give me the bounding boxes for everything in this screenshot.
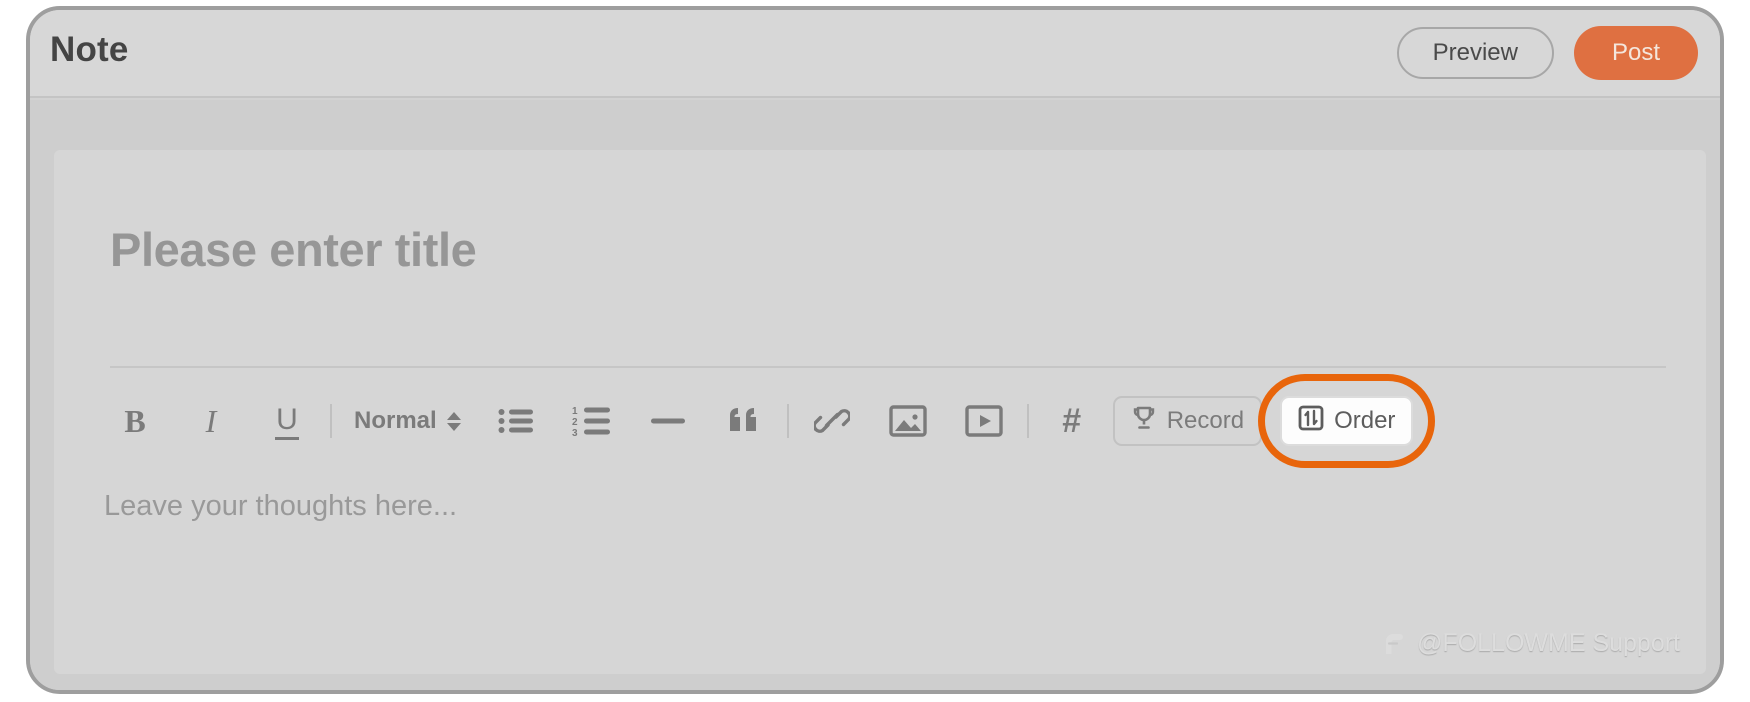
bold-icon[interactable]: B	[110, 396, 160, 446]
title-divider	[110, 366, 1666, 368]
horizontal-rule-icon[interactable]	[643, 396, 693, 446]
editor-header: Note Preview Post	[30, 10, 1720, 98]
editor-panel: Please enter title B I U Normal 1 2 3 # …	[54, 150, 1706, 674]
note-editor-window: Note Preview Post Please enter title B I	[26, 6, 1724, 694]
hashtag-icon[interactable]: #	[1047, 396, 1097, 446]
numbered-list-icon[interactable]: 1 2 3	[567, 396, 617, 446]
watermark-text: @FOLLOWME Support	[1417, 629, 1680, 657]
order-highlight-wrap: Order	[1258, 374, 1436, 468]
svg-text:3: 3	[572, 428, 578, 437]
record-button[interactable]: Record	[1112, 396, 1263, 446]
page-title: Note	[50, 30, 129, 69]
followme-logo-icon	[1379, 630, 1407, 658]
title-input[interactable]: Please enter title	[110, 210, 1666, 290]
underline-icon[interactable]: U	[262, 396, 312, 446]
paragraph-style-label: Normal	[354, 407, 437, 434]
toolbar-divider	[330, 404, 332, 438]
order-icon	[1298, 405, 1324, 438]
svg-text:1: 1	[572, 406, 578, 417]
bullet-list-icon[interactable]	[491, 396, 541, 446]
post-button[interactable]: Post	[1573, 26, 1698, 80]
blockquote-icon[interactable]	[719, 396, 769, 446]
trophy-icon	[1131, 405, 1157, 438]
paragraph-style-select[interactable]: Normal	[350, 407, 465, 435]
title-placeholder: Please enter title	[110, 223, 477, 276]
video-icon[interactable]	[959, 396, 1009, 446]
svg-text:2: 2	[572, 417, 578, 428]
editor-body: Please enter title B I U Normal 1 2 3 # …	[30, 100, 1720, 690]
image-icon[interactable]	[883, 396, 933, 446]
preview-button[interactable]: Preview	[1396, 27, 1554, 79]
toolbar-divider	[1026, 404, 1029, 438]
chevron-updown-icon	[446, 411, 461, 431]
formatting-toolbar: B I U Normal 1 2 3 # Record Order	[110, 374, 1682, 468]
record-label: Record	[1166, 407, 1245, 434]
link-icon[interactable]	[807, 396, 857, 446]
watermark: @FOLLOWME Support	[1379, 629, 1680, 658]
toolbar-divider	[786, 404, 789, 438]
order-button[interactable]: Order	[1280, 396, 1414, 446]
content-input-placeholder[interactable]: Leave your thoughts here...	[104, 490, 457, 523]
header-actions: Preview Post	[1396, 26, 1698, 80]
italic-icon[interactable]: I	[186, 396, 236, 446]
order-label: Order	[1334, 407, 1396, 434]
